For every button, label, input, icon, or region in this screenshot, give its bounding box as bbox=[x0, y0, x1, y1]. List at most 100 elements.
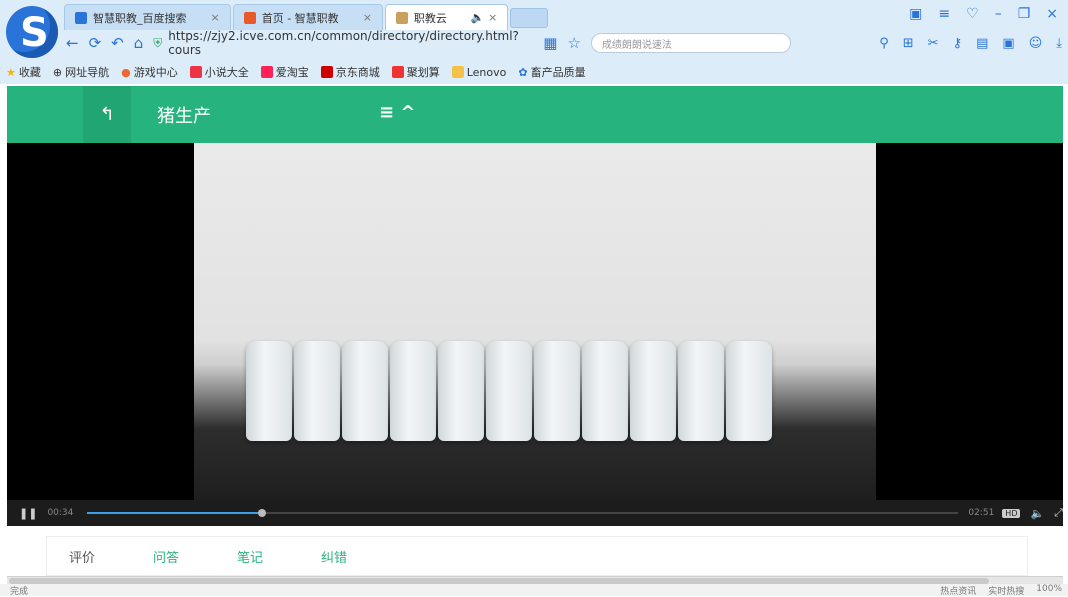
video-frame bbox=[194, 143, 876, 500]
key-icon[interactable]: ⚷ bbox=[953, 36, 963, 51]
juhuasuan-icon bbox=[391, 66, 404, 78]
progress-fill bbox=[87, 512, 262, 514]
search-icon[interactable]: ⚲ bbox=[879, 36, 889, 51]
bottle bbox=[438, 341, 484, 441]
duration: 02:51 bbox=[968, 508, 995, 518]
zoom-level[interactable]: 100% bbox=[1036, 584, 1062, 597]
status-bar: 完成 热点资讯 实时热搜 100% bbox=[0, 584, 1068, 597]
calendar-icon[interactable]: ▤ bbox=[976, 36, 988, 51]
refresh-icon[interactable]: ⟳ bbox=[89, 34, 102, 52]
tab-zjy[interactable]: 职教云 🔈 × bbox=[384, 4, 509, 30]
game-icon: ● bbox=[121, 65, 131, 79]
close-icon[interactable]: × bbox=[363, 11, 372, 24]
browser-logo-icon bbox=[6, 6, 58, 58]
tab-notes[interactable]: 笔记 bbox=[237, 547, 263, 566]
search-placeholder: 成绩朗朗说速法 bbox=[601, 39, 672, 51]
bookmarks-bar: ★ 收藏 ⊕ 网址导航 ● 游戏中心 小说大全 爱淘宝 京东商城 聚划算 Lenovo… bbox=[6, 62, 586, 82]
video-player[interactable] bbox=[7, 143, 1063, 500]
bottle bbox=[678, 341, 724, 441]
tab-qa[interactable]: 问答 bbox=[153, 547, 179, 566]
volume-icon[interactable]: 🔈 bbox=[1030, 507, 1044, 520]
directory-toggle-button[interactable]: ≡ ^ bbox=[379, 102, 415, 123]
bottle bbox=[390, 341, 436, 441]
download-icon[interactable]: ⤓ bbox=[1056, 36, 1062, 51]
jd-icon bbox=[320, 66, 333, 78]
doc-icon[interactable]: ▣ bbox=[1002, 36, 1014, 51]
bottles-scene bbox=[246, 341, 772, 441]
zjy-icon bbox=[395, 11, 408, 24]
bottle bbox=[726, 341, 772, 441]
bookmark-item[interactable]: ⊕ 网址导航 bbox=[53, 64, 109, 80]
tab-icve-home[interactable]: 首页 - 智慧职教 × bbox=[232, 4, 383, 30]
new-tab-button[interactable] bbox=[510, 8, 549, 28]
close-icon[interactable]: 🔈 × bbox=[471, 11, 497, 24]
tab-label: 首页 - 智慧职教 bbox=[261, 11, 339, 25]
current-time: 00:34 bbox=[47, 508, 74, 518]
star-icon: ★ bbox=[6, 65, 16, 79]
menu-icon[interactable]: ≡ bbox=[938, 6, 950, 22]
status-text: 完成 bbox=[10, 586, 29, 597]
hot-news-link[interactable]: 热点资讯 bbox=[940, 584, 976, 597]
horizontal-scrollbar[interactable] bbox=[7, 576, 1063, 584]
folder-icon bbox=[451, 66, 464, 78]
tools-icon[interactable]: ✂ bbox=[928, 36, 939, 51]
toolbar-icons: ⚲ ⊞ ✂ ⚷ ▤ ▣ ☺ ⤓ bbox=[879, 36, 1062, 51]
bookmark-item[interactable]: 京东商城 bbox=[320, 64, 380, 80]
bookmark-item[interactable]: 小说大全 bbox=[189, 64, 249, 80]
close-window-icon[interactable]: × bbox=[1046, 6, 1058, 22]
bookmark-item[interactable]: 爱淘宝 bbox=[260, 64, 309, 80]
bookmark-item[interactable]: ✿ 畜产品质量 bbox=[518, 64, 585, 80]
smile-icon[interactable]: ☺ bbox=[1029, 36, 1043, 51]
close-icon[interactable]: × bbox=[211, 11, 220, 24]
progress-track[interactable] bbox=[87, 509, 959, 517]
video-controls: ❚❚ 00:34 02:51 HD 🔈 ⤢ bbox=[7, 500, 1063, 526]
book-icon bbox=[189, 66, 202, 78]
course-tabs: 评价 问答 笔记 纠错 bbox=[46, 536, 1028, 576]
tab-label: 职教云 bbox=[413, 11, 447, 25]
undo-icon[interactable]: ↶ bbox=[111, 34, 124, 52]
course-title: 猪生产 bbox=[157, 106, 211, 127]
bookmark-item[interactable]: Lenovo bbox=[451, 66, 506, 79]
browser-tabs: 智慧职教_百度搜索 × 首页 - 智慧职教 × 职教云 🔈 × bbox=[64, 4, 549, 30]
bottle bbox=[246, 341, 292, 441]
address-bar[interactable]: ⛨ https://zjy2.icve.com.cn/common/direct… bbox=[153, 29, 533, 57]
back-arrow-icon[interactable]: ← bbox=[66, 34, 79, 52]
bottle bbox=[582, 341, 628, 441]
hot-search-link[interactable]: 实时热搜 bbox=[988, 584, 1024, 597]
bottle bbox=[534, 341, 580, 441]
return-arrow-icon: ↰ bbox=[99, 104, 115, 125]
skin-icon[interactable]: ♡ bbox=[966, 6, 979, 22]
tab-corrections[interactable]: 纠错 bbox=[321, 547, 347, 566]
fullscreen-icon[interactable]: ⤢ bbox=[1054, 506, 1063, 520]
shield-icon: ⛨ bbox=[153, 35, 163, 50]
sidebar-icon[interactable]: ▣ bbox=[909, 6, 922, 22]
url-text[interactable]: https://zjy2.icve.com.cn/common/director… bbox=[168, 29, 533, 57]
restore-icon[interactable]: ❐ bbox=[1018, 6, 1031, 22]
bookmark-star-icon[interactable]: ☆ bbox=[567, 34, 580, 52]
bottle bbox=[342, 341, 388, 441]
bookmark-item[interactable]: ● 游戏中心 bbox=[121, 64, 178, 80]
tab-evaluation[interactable]: 评价 bbox=[69, 547, 95, 566]
bottle bbox=[486, 341, 532, 441]
back-button[interactable]: ↰ bbox=[83, 86, 131, 143]
pause-icon[interactable]: ❚❚ bbox=[19, 507, 37, 520]
bookmark-item[interactable]: ★ 收藏 bbox=[6, 64, 41, 80]
icve-icon bbox=[243, 11, 256, 24]
baidu-icon bbox=[75, 11, 87, 24]
globe-icon: ⊕ bbox=[52, 65, 63, 79]
home-icon[interactable]: ⌂ bbox=[134, 34, 144, 52]
minimize-icon[interactable]: – bbox=[995, 6, 1002, 22]
hd-toggle[interactable]: HD bbox=[1002, 508, 1021, 518]
tab-baidu[interactable]: 智慧职教_百度搜索 × bbox=[64, 4, 231, 30]
window-controls: ▣ ≡ ♡ – ❐ × bbox=[909, 6, 1058, 22]
address-row: ← ⟳ ↶ ⌂ ⛨ https://zjy2.icve.com.cn/commo… bbox=[66, 29, 1062, 57]
bookmark-item[interactable]: 聚划算 bbox=[391, 64, 440, 80]
progress-handle[interactable] bbox=[257, 509, 266, 517]
bottle bbox=[294, 341, 340, 441]
leaf-icon: ✿ bbox=[518, 65, 528, 79]
tab-label: 智慧职教_百度搜索 bbox=[93, 11, 187, 25]
browser-chrome: 智慧职教_百度搜索 × 首页 - 智慧职教 × 职教云 🔈 × ▣ ≡ ♡ – … bbox=[0, 0, 1068, 84]
search-input[interactable]: 成绩朗朗说速法 bbox=[590, 33, 791, 53]
qrcode-icon[interactable]: ▦ bbox=[543, 34, 557, 52]
extension-icon[interactable]: ⊞ bbox=[903, 36, 914, 51]
